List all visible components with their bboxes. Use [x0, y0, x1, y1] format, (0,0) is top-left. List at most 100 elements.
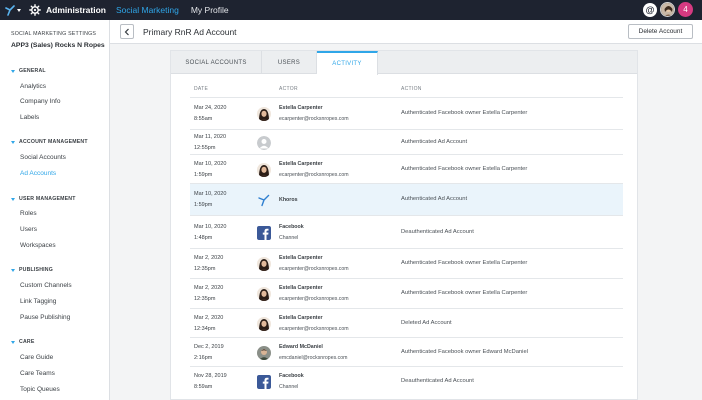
section-label: GENERAL	[19, 68, 46, 74]
caret-down-icon	[11, 197, 15, 201]
row-actor-detail: ecarpenter@rocksnropes.com	[279, 116, 349, 122]
table-row[interactable]: Mar 10, 2020 1:48pm Facebook Channel Deauthe…	[190, 215, 623, 248]
sidebar-section-account-management[interactable]: ACCOUNT MANAGEMENT	[11, 137, 88, 147]
row-action: Authenticated Ad Account	[401, 139, 468, 145]
row-action: Deleted Ad Account	[401, 320, 452, 326]
row-actor-detail: ecarpenter@rocksnropes.com	[279, 326, 349, 332]
sidebar-item-care-guide[interactable]: Care Guide	[20, 353, 53, 363]
table-row[interactable]: Mar 2, 2020 12:35pm Estella Carpenter ecarp…	[190, 248, 623, 278]
row-actor-detail: ecarpenter@rocksnropes.com	[279, 296, 349, 302]
sidebar-item-users[interactable]: Users	[20, 225, 37, 235]
tab-social-accounts[interactable]: SOCIAL ACCOUNTS	[171, 51, 262, 74]
sidebar-item-topic-queues[interactable]: Topic Queues	[20, 385, 60, 395]
avatar	[257, 107, 271, 121]
user-avatar[interactable]	[660, 2, 675, 17]
table-row[interactable]: Nov 28, 2019 8:59am Facebook Channel Deauthe…	[190, 366, 623, 396]
khoros-icon	[257, 193, 271, 207]
sidebar-account-name: APP3 (Sales) Rocks N Ropes	[11, 42, 105, 49]
chevron-left-icon	[124, 28, 129, 35]
nav-social-marketing[interactable]: Social Marketing	[116, 5, 179, 15]
row-date: Mar 10, 2020	[194, 224, 227, 230]
app-title: Administration	[46, 5, 106, 15]
sidebar-caption: SOCIAL MARKETING SETTINGS	[11, 31, 97, 37]
table-row[interactable]: Dec 2, 2019 2:16pm Edward McDaniel emcdanie…	[190, 337, 623, 366]
table-row[interactable]: Mar 2, 2020 12:35pm Estella Carpenter ecarp…	[190, 278, 623, 308]
delete-account-button[interactable]: Delete Account	[628, 24, 693, 39]
row-time: 1:59pm	[194, 172, 213, 178]
row-actor-name: Estella Carpenter	[279, 161, 323, 167]
sidebar-section-publishing[interactable]: PUBLISHING	[11, 265, 53, 275]
caret-down-icon	[11, 268, 15, 272]
row-date: Mar 2, 2020	[194, 255, 224, 261]
avatar	[257, 163, 271, 177]
sidebar-item-workspaces[interactable]: Workspaces	[20, 241, 56, 251]
row-action: Authenticated Facebook owner Estella Car…	[401, 290, 528, 296]
sidebar-item-link-tagging[interactable]: Link Tagging	[20, 297, 56, 307]
row-time: 12:34pm	[194, 326, 216, 332]
row-action: Authenticated Facebook owner Estella Car…	[401, 110, 528, 116]
sidebar-item-roles[interactable]: Roles	[20, 209, 37, 219]
notification-badge[interactable]: 4	[678, 2, 693, 17]
row-action: Authenticated Facebook owner Estella Car…	[401, 166, 528, 172]
row-time: 2:16pm	[194, 355, 213, 361]
row-actor-name: Khoros	[279, 197, 298, 203]
row-date: Mar 2, 2020	[194, 285, 224, 291]
tab-users[interactable]: USERS	[262, 51, 317, 74]
row-time: 8:55am	[194, 116, 213, 122]
row-actor-name: Estella Carpenter	[279, 255, 323, 261]
sidebar-item-analytics[interactable]: Analytics	[20, 82, 46, 92]
row-actor-name: Facebook	[279, 224, 304, 230]
tab-bar: SOCIAL ACCOUNTS USERS ACTIVITY	[171, 51, 637, 75]
table-row[interactable]: Mar 11, 2020 12:55pm Authenticated Ad Acco…	[190, 129, 623, 154]
row-actor-name: Estella Carpenter	[279, 315, 323, 321]
caret-down-icon	[11, 340, 15, 344]
sidebar-item-ad-accounts[interactable]: Ad Accounts	[20, 169, 56, 179]
sidebar-item-custom-channels[interactable]: Custom Channels	[20, 281, 72, 291]
app-switcher-button[interactable]	[0, 0, 21, 20]
caret-down-icon	[11, 140, 15, 144]
sidebar-item-care-teams[interactable]: Care Teams	[20, 369, 55, 379]
tab-activity[interactable]: ACTIVITY	[317, 51, 378, 75]
chevron-down-icon	[17, 9, 21, 12]
avatar	[257, 346, 271, 360]
sidebar-item-social-accounts[interactable]: Social Accounts	[20, 153, 66, 163]
back-button[interactable]	[120, 24, 134, 39]
row-time: 12:35pm	[194, 266, 216, 272]
row-action: Deauthenticated Ad Account	[401, 378, 474, 384]
section-label: ACCOUNT MANAGEMENT	[19, 139, 88, 145]
column-header-actor: ACTOR	[279, 86, 298, 92]
row-action: Deauthenticated Ad Account	[401, 229, 474, 235]
table-row[interactable]: Mar 10, 2020 1:59pm Estella Carpenter ecarp…	[190, 154, 623, 183]
sidebar-item-labels[interactable]: Labels	[20, 113, 39, 123]
column-header-date: DATE	[194, 86, 209, 92]
row-action: Authenticated Ad Account	[401, 196, 468, 202]
caret-down-icon	[11, 69, 15, 73]
sidebar-section-care[interactable]: CARE	[11, 337, 35, 347]
nav-my-profile[interactable]: My Profile	[191, 5, 229, 15]
row-date: Mar 24, 2020	[194, 105, 227, 111]
mentions-button[interactable]: @	[643, 2, 657, 17]
table-row[interactable]: Mar 10, 2020 1:59pm Khoros Authenticated Ad…	[190, 183, 623, 215]
sidebar-item-pause-publishing[interactable]: Pause Publishing	[20, 313, 70, 323]
row-time: 1:59pm	[194, 202, 213, 208]
page-title: Primary RnR Ad Account	[143, 27, 237, 37]
row-actor-name: Edward McDaniel	[279, 344, 323, 350]
row-time: 12:35pm	[194, 296, 216, 302]
section-label: PUBLISHING	[19, 267, 53, 273]
sidebar-section-user-management[interactable]: USER MANAGEMENT	[11, 194, 76, 204]
row-action: Authenticated Facebook owner Estella Car…	[401, 260, 528, 266]
person-placeholder-icon	[257, 136, 271, 150]
row-date: Nov 28, 2019	[194, 373, 227, 379]
activity-card: SOCIAL ACCOUNTS USERS ACTIVITY DATE ACTO…	[170, 50, 638, 400]
row-date: Dec 2, 2019	[194, 344, 224, 350]
row-action: Authenticated Facebook owner Edward McDa…	[401, 349, 528, 355]
row-actor-detail: emcdaniel@rocksnropes.com	[279, 355, 348, 361]
sidebar-section-general[interactable]: GENERAL	[11, 66, 46, 76]
sidebar-item-company-info[interactable]: Company Info	[20, 97, 60, 107]
row-actor-detail: ecarpenter@rocksnropes.com	[279, 266, 349, 272]
facebook-icon	[257, 375, 271, 389]
row-date: Mar 11, 2020	[194, 134, 227, 140]
row-actor-name: Estella Carpenter	[279, 285, 323, 291]
table-row[interactable]: Mar 2, 2020 12:34pm Estella Carpenter ecarp…	[190, 308, 623, 337]
table-row[interactable]: Mar 24, 2020 8:55am Estella Carpenter ecarp…	[190, 97, 623, 129]
